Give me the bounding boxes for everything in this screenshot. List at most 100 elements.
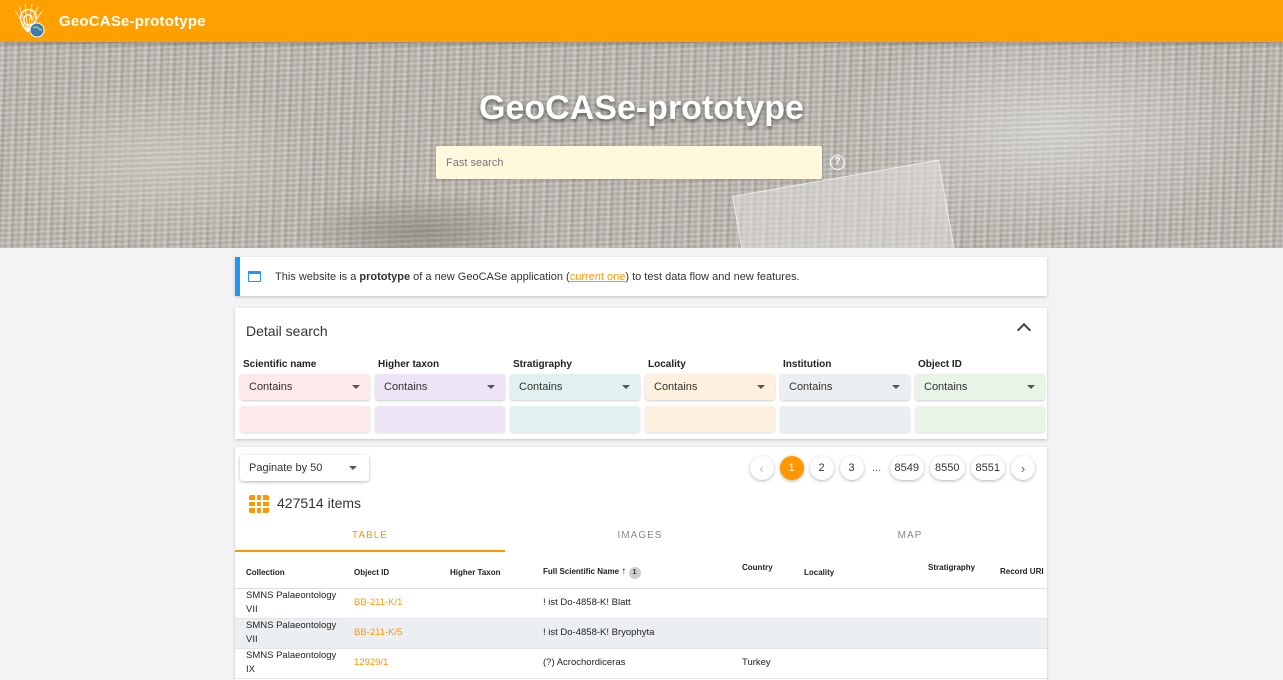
cell-record-uri xyxy=(989,648,1047,679)
higher-taxon-input[interactable] xyxy=(375,406,505,432)
column-object-id[interactable]: Object ID xyxy=(343,557,439,589)
hero-texture xyxy=(0,42,1283,248)
detail-search-title[interactable]: Detail search xyxy=(246,323,328,339)
help-icon[interactable]: ? xyxy=(830,155,845,170)
caret-down-icon xyxy=(757,385,765,389)
notice-text-before: This website is a xyxy=(275,270,360,283)
pagination: ‹ 1 2 3 ... 8549 8550 8551 › xyxy=(749,456,1035,480)
field-label: Object ID xyxy=(918,359,962,370)
page-button-1[interactable]: 1 xyxy=(779,456,804,480)
page-button-2[interactable]: 2 xyxy=(809,456,834,480)
results-panel: Paginate by 50 ‹ 1 2 3 ... 8549 8550 855… xyxy=(235,447,1047,680)
field-institution: Institution Contains xyxy=(780,359,910,432)
locality-mode-select[interactable]: Contains xyxy=(645,374,775,400)
cell-stratigraphy xyxy=(917,588,989,619)
column-locality[interactable]: Locality xyxy=(793,557,917,589)
caret-down-icon xyxy=(487,385,495,389)
caret-down-icon xyxy=(352,385,360,389)
geocase-logo-icon[interactable] xyxy=(9,2,47,40)
paginate-value: Paginate by 50 xyxy=(249,462,323,474)
cell-country xyxy=(731,588,793,619)
cell-stratigraphy xyxy=(917,618,989,649)
paginate-select[interactable]: Paginate by 50 xyxy=(240,455,369,481)
table-grid-icon xyxy=(249,495,269,513)
cell-higher-taxon xyxy=(439,648,532,679)
scientific-name-mode-select[interactable]: Contains xyxy=(240,374,370,400)
browser-window-icon xyxy=(248,271,261,282)
stratigraphy-input[interactable] xyxy=(510,406,640,432)
caret-down-icon xyxy=(1027,385,1035,389)
caret-down-icon xyxy=(349,466,357,470)
app-title[interactable]: GeoCASe-prototype xyxy=(59,13,206,30)
select-value: Contains xyxy=(924,381,968,393)
top-app-bar: GeoCASe-prototype xyxy=(0,0,1283,42)
tab-table[interactable]: TABLE xyxy=(235,524,505,552)
higher-taxon-mode-select[interactable]: Contains xyxy=(375,374,505,400)
column-higher-taxon[interactable]: Higher Taxon xyxy=(439,557,532,589)
prev-page-button[interactable]: ‹ xyxy=(749,456,774,480)
institution-mode-select[interactable]: Contains xyxy=(780,374,910,400)
cell-collection: SMNS Palaeontology VII xyxy=(235,618,343,649)
detail-search-fields: Scientific name Contains Higher taxon Co… xyxy=(240,359,1045,432)
cell-locality xyxy=(793,588,917,619)
field-locality: Locality Contains xyxy=(645,359,775,432)
tab-images[interactable]: IMAGES xyxy=(505,524,775,552)
result-view-tabs: TABLE IMAGES MAP xyxy=(235,524,1047,552)
column-record-uri[interactable]: Record URI xyxy=(989,557,1047,589)
page-button-8550[interactable]: 8550 xyxy=(930,456,965,480)
stratigraphy-mode-select[interactable]: Contains xyxy=(510,374,640,400)
table-row[interactable]: SMNS Palaeontology VII BB-211-K/1 ! ist … xyxy=(235,588,1047,619)
cell-scientific-name: ! ist Do-4858-K! Blatt xyxy=(532,588,731,619)
column-full-scientific-name[interactable]: Full Scientific Name ↑ 1 xyxy=(532,557,731,589)
field-scientific-name: Scientific name Contains xyxy=(240,359,370,432)
notice-text-after: ) to test data flow and new features. xyxy=(625,270,800,283)
table-row[interactable]: SMNS Palaeontology VII BB-211-K/5 ! ist … xyxy=(235,618,1047,649)
cell-object-id-link[interactable]: 12929/1 xyxy=(343,648,439,679)
column-collection[interactable]: Collection xyxy=(235,557,343,589)
select-value: Contains xyxy=(519,381,563,393)
cell-object-id-link[interactable]: BB-211-K/1 xyxy=(343,588,439,619)
cell-scientific-name: ! ist Do-4858-K! Bryophyta xyxy=(532,618,731,649)
fast-search-input[interactable] xyxy=(436,146,822,179)
object-id-mode-select[interactable]: Contains xyxy=(915,374,1045,400)
table-row[interactable]: SMNS Palaeontology IX 12929/1 (?) Acroch… xyxy=(235,648,1047,679)
field-label: Locality xyxy=(648,359,686,370)
tab-map[interactable]: MAP xyxy=(775,524,1045,552)
sort-ascending-icon: ↑ xyxy=(621,565,627,577)
cell-record-uri xyxy=(989,618,1047,649)
page-button-8551[interactable]: 8551 xyxy=(970,456,1005,480)
notice-text: This website is a prototype of a new Geo… xyxy=(275,271,800,283)
select-value: Contains xyxy=(384,381,428,393)
field-label: Scientific name xyxy=(243,359,317,370)
column-country[interactable]: Country xyxy=(731,557,793,589)
items-count: 427514 items xyxy=(277,495,362,511)
page-button-3[interactable]: 3 xyxy=(839,456,864,480)
results-table: Collection Object ID Higher Taxon Full S… xyxy=(235,557,1047,679)
cell-locality xyxy=(793,648,917,679)
chevron-up-icon[interactable] xyxy=(1016,322,1032,338)
field-stratigraphy: Stratigraphy Contains xyxy=(510,359,640,432)
column-stratigraphy[interactable]: Stratigraphy xyxy=(917,557,989,589)
locality-input[interactable] xyxy=(645,406,775,432)
cell-object-id-link[interactable]: BB-211-K/5 xyxy=(343,618,439,649)
field-label: Institution xyxy=(783,359,832,370)
page-button-8549[interactable]: 8549 xyxy=(889,456,925,480)
caret-down-icon xyxy=(892,385,900,389)
hero-title: GeoCASe-prototype xyxy=(479,89,804,127)
cell-country xyxy=(731,618,793,649)
scientific-name-input[interactable] xyxy=(240,406,370,432)
select-value: Contains xyxy=(249,381,293,393)
current-one-link[interactable]: current one xyxy=(570,271,626,283)
field-label: Higher taxon xyxy=(378,359,440,370)
cell-collection: SMNS Palaeontology IX xyxy=(235,648,343,679)
detail-search-panel: Detail search Scientific name Contains H… xyxy=(235,308,1047,439)
prototype-notice: This website is a prototype of a new Geo… xyxy=(235,257,1047,296)
object-id-input[interactable] xyxy=(915,406,1045,432)
select-value: Contains xyxy=(654,381,698,393)
cell-country: Turkey xyxy=(731,648,793,679)
cell-higher-taxon xyxy=(439,618,532,649)
institution-input[interactable] xyxy=(780,406,910,432)
cell-stratigraphy xyxy=(917,648,989,679)
cell-locality xyxy=(793,618,917,649)
next-page-button[interactable]: › xyxy=(1011,456,1035,480)
